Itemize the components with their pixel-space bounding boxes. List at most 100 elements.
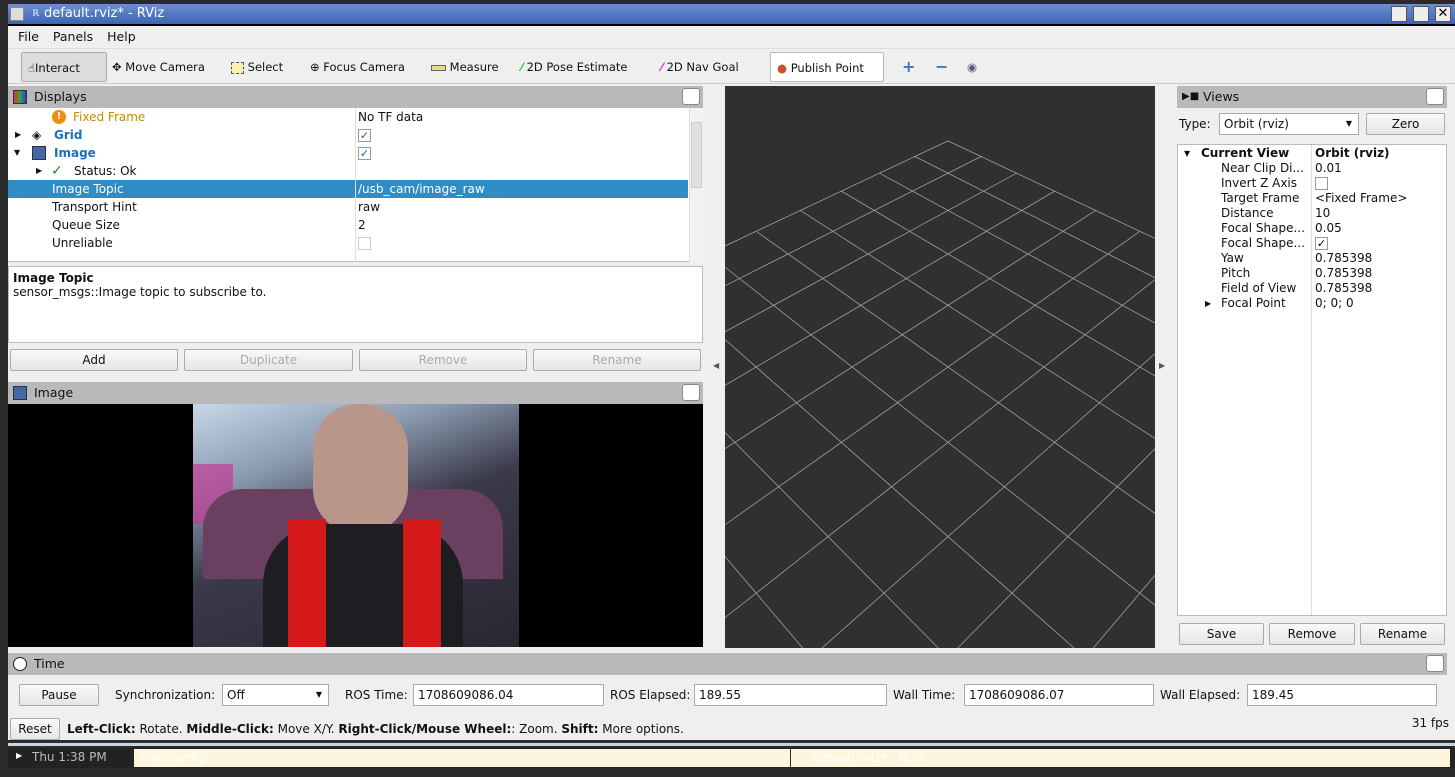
rename-display-button[interactable]: Rename [533,349,701,371]
add-display-button[interactable]: Add [10,349,178,371]
remove-tool-icon[interactable]: − [929,52,954,82]
view-property-row[interactable]: Yaw 0.785398 [1178,251,1446,266]
window-title: default.rviz* - RViz [44,6,165,21]
minimize-button[interactable] [1391,6,1407,22]
menu-help[interactable]: Help [107,29,136,44]
duplicate-display-button[interactable]: Duplicate [184,349,353,371]
reset-button[interactable]: Reset [10,718,60,740]
grid-line [725,156,982,287]
zero-button[interactable]: Zero [1366,113,1445,135]
3d-viewport[interactable] [725,86,1155,648]
measure-tool[interactable]: Measure [425,52,505,82]
grid-enabled-checkbox[interactable]: ✓ [358,129,371,142]
rviz-icon: ℝ [32,9,40,19]
collapse-arrow-icon[interactable]: ▼ [14,144,20,162]
2d-nav-goal-tool[interactable]: ⁄ 2D Nav Goal [655,52,745,82]
view-property-checkbox[interactable] [1315,177,1328,190]
view-property-row[interactable]: Field of View 0.785398 [1178,281,1446,296]
grid-line [755,230,1155,514]
expand-arrow-icon[interactable]: ▶ [1205,296,1211,311]
tree-row-transport-hint[interactable]: Transport Hint raw [8,198,688,216]
current-view-row[interactable]: ▼ Current View Orbit (rviz) [1178,146,1446,161]
views-header: ▶■ Views [1177,86,1447,108]
eye-icon[interactable]: ◉ [961,52,983,82]
grid-line [800,210,1155,439]
task-rviz[interactable]: default.rviz* - RViz [790,749,1450,767]
view-type-select[interactable]: Orbit (rviz) ▼ [1219,113,1359,135]
grid-line [725,230,1141,526]
collapse-right-icon[interactable]: ▶ [1159,361,1165,370]
tree-row-queue-size[interactable]: Queue Size 2 [8,216,688,234]
view-property-row[interactable]: Pitch 0.785398 [1178,266,1446,281]
synchronization-select[interactable]: Off ▼ [222,684,329,706]
publish-point-tool[interactable]: ● Publish Point [770,52,884,82]
tree-row-unreliable[interactable]: Unreliable [8,234,688,252]
view-property-row[interactable]: Near Clip Di... 0.01 [1178,161,1446,176]
tree-row-image[interactable]: ▼ Image ✓ [8,144,688,162]
displays-scrollbar[interactable] [689,108,703,262]
view-property-row[interactable]: Distance 10 [1178,206,1446,221]
views-float-button[interactable] [1426,88,1444,105]
remove-display-button[interactable]: Remove [359,349,527,371]
wall-elapsed-field[interactable]: 189.45 [1247,684,1437,706]
warning-icon: ! [52,110,66,124]
unreliable-checkbox[interactable] [358,237,371,250]
add-tool-icon[interactable]: + [896,52,921,82]
grid-line [725,172,1017,333]
grid-line [725,279,1155,618]
image-panel-header: Image [8,382,703,404]
view-property-row[interactable]: Target Frame <Fixed Frame> [1178,191,1446,206]
select-icon [231,61,244,74]
window-menu-button[interactable] [10,7,24,21]
view-property-checkbox[interactable]: ✓ [1315,237,1328,250]
view-property-row[interactable]: Focal Shape... ✓ [1178,236,1446,251]
ros-elapsed-field[interactable]: 189.55 [694,684,887,706]
view-property-row[interactable]: ▶ Focal Point 0; 0; 0 [1178,296,1446,311]
rviz-window: File Panels Help ☝Interact ✥ Move Camera S… [8,24,1455,746]
grid-icon: ◈ [32,128,42,142]
move-camera-tool[interactable]: ✥ Move Camera [106,52,211,82]
hint-text: : Zoom. [511,722,562,736]
maximize-button[interactable] [1413,6,1429,22]
image-enabled-checkbox[interactable]: ✓ [358,147,371,160]
tree-row-grid[interactable]: ▶ ◈ Grid ✓ [8,126,688,144]
pause-button[interactable]: Pause [19,684,99,706]
expand-arrow-icon[interactable]: ▶ [36,162,42,180]
menu-panels[interactable]: Panels [53,29,93,44]
fps-counter: 31 fps [1411,716,1449,730]
column-divider [355,108,356,262]
toolbar: ☝Interact ✥ Move Camera Select ⊕ Focus C… [8,48,1455,84]
checkmark-icon: ✓ [51,163,63,179]
tree-row-fixed-frame[interactable]: ! Fixed Frame No TF data [8,108,688,126]
expand-arrow-icon[interactable]: ▶ [15,126,21,144]
remove-view-button[interactable]: Remove [1269,623,1355,645]
grid-line [841,190,1155,377]
displays-tree: ! Fixed Frame No TF data ▶ ◈ Grid ✓ ▼ Im… [8,108,703,262]
select-tool[interactable]: Select [225,52,289,82]
collapse-arrow-icon[interactable]: ▼ [1184,146,1190,161]
collapse-left-icon[interactable]: ◀ [713,361,719,370]
2d-pose-estimate-tool[interactable]: ⁄ 2D Pose Estimate [515,52,633,82]
menu-file[interactable]: File [18,29,39,44]
rename-view-button[interactable]: Rename [1360,623,1445,645]
views-panel: ▶■ Views Type: Orbit (rviz) ▼ Zero ▼ Curr… [1177,86,1447,648]
close-button[interactable]: ✕ [1435,6,1451,22]
time-float-button[interactable] [1426,655,1444,672]
image-float-button[interactable] [682,384,700,401]
task-vnc-config[interactable]: VNC config [134,749,790,767]
save-view-button[interactable]: Save [1179,623,1264,645]
tree-row-image-topic[interactable]: Image Topic /usb_cam/image_raw [8,180,688,198]
ros-time-field[interactable]: 1708609086.04 [413,684,604,706]
displays-float-button[interactable] [682,88,700,105]
grid-line [725,190,1055,386]
view-property-row[interactable]: Invert Z Axis [1178,176,1446,191]
tree-row-status[interactable]: ▶ ✓ Status: Ok [8,162,688,180]
clock: Thu 1:38 PM [32,750,107,764]
scrollbar-thumb[interactable] [691,122,702,188]
view-property-row[interactable]: Focal Shape... 0.05 [1178,221,1446,236]
wall-time-field[interactable]: 1708609086.07 [964,684,1154,706]
start-menu-icon[interactable]: ▶ [16,751,22,760]
camera-icon: ▶■ [1182,91,1200,102]
interact-tool[interactable]: ☝Interact [21,52,107,82]
focus-camera-tool[interactable]: ⊕ Focus Camera [304,52,411,82]
